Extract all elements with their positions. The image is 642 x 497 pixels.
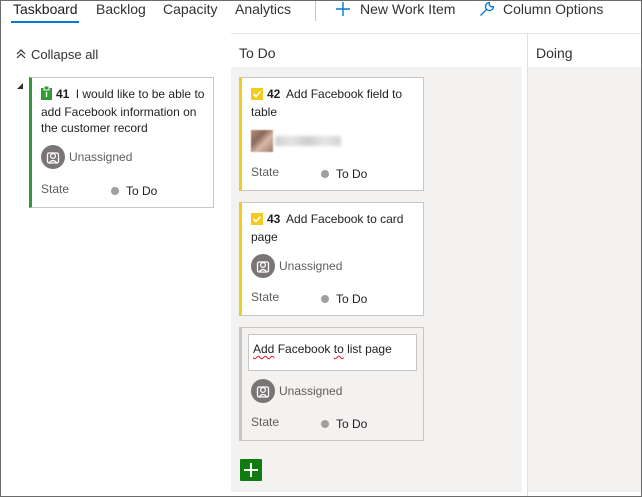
spellcheck-word: to bbox=[333, 342, 344, 356]
column-header-doing: Doing bbox=[536, 45, 573, 61]
add-task-button[interactable] bbox=[240, 459, 262, 481]
doing-column bbox=[528, 67, 641, 492]
assignee-name: Unassigned bbox=[69, 150, 133, 164]
tab-backlog[interactable]: Backlog bbox=[96, 1, 146, 23]
active-tab-indicator bbox=[11, 21, 79, 23]
state-dot bbox=[321, 295, 329, 303]
backlog-item-icon bbox=[41, 85, 52, 104]
state-dot bbox=[321, 420, 329, 428]
double-chevron-up-icon bbox=[15, 47, 27, 65]
plus-icon bbox=[240, 463, 262, 484]
spellcheck-word: Add bbox=[253, 342, 275, 356]
assignee-name-blurred bbox=[275, 136, 341, 146]
work-item-id: 42 bbox=[267, 87, 281, 101]
state-value[interactable]: To Do bbox=[321, 291, 391, 307]
state-dot bbox=[111, 187, 119, 195]
column-options-button[interactable]: Column Options bbox=[478, 1, 618, 21]
state-value[interactable]: To Do bbox=[321, 416, 391, 432]
work-item-id: 41 bbox=[56, 87, 70, 101]
column-options-label: Column Options bbox=[503, 1, 604, 17]
state-value[interactable]: To Do bbox=[321, 166, 391, 182]
card-title: 43 Add Facebook to card page bbox=[251, 211, 415, 245]
unassigned-avatar-icon bbox=[41, 145, 65, 172]
backlog-item-card[interactable]: 41 I would like to be able to add Facebo… bbox=[29, 77, 214, 208]
nav-divider bbox=[315, 1, 316, 21]
new-work-item-button[interactable]: New Work Item bbox=[335, 1, 465, 21]
new-task-title-input[interactable]: Add Facebook to list page bbox=[248, 334, 417, 371]
state-dot bbox=[321, 170, 329, 178]
state-label: State bbox=[251, 290, 280, 304]
state-label: State bbox=[41, 182, 70, 196]
plus-icon bbox=[335, 1, 351, 20]
top-nav: Taskboard Backlog Capacity Analytics New… bbox=[1, 1, 641, 33]
state-value[interactable]: To Do bbox=[111, 183, 181, 199]
tab-taskboard[interactable]: Taskboard bbox=[13, 1, 78, 23]
card-title: 42 Add Facebook field to table bbox=[251, 86, 415, 120]
column-header-todo: To Do bbox=[239, 45, 276, 61]
unassigned-avatar-icon bbox=[251, 379, 275, 406]
header-rule bbox=[231, 33, 641, 34]
taskboard-window: Taskboard Backlog Capacity Analytics New… bbox=[0, 0, 642, 497]
task-icon bbox=[251, 213, 263, 229]
tab-capacity[interactable]: Capacity bbox=[163, 1, 217, 23]
row-expand-triangle-icon[interactable] bbox=[16, 79, 24, 93]
card-title: 41 I would like to be able to add Facebo… bbox=[41, 85, 205, 136]
unassigned-avatar-icon bbox=[251, 254, 275, 281]
state-label: State bbox=[251, 165, 280, 179]
assignee-name: Unassigned bbox=[279, 259, 343, 273]
assignee-blurred[interactable] bbox=[251, 130, 351, 154]
task-card[interactable]: 42 Add Facebook field to table State To … bbox=[239, 77, 424, 191]
assignee-name: Unassigned bbox=[279, 384, 343, 398]
avatar bbox=[251, 130, 273, 152]
state-label: State bbox=[251, 415, 280, 429]
tab-analytics[interactable]: Analytics bbox=[235, 1, 291, 23]
work-item-id: 43 bbox=[267, 212, 281, 226]
collapse-all-label: Collapse all bbox=[31, 47, 99, 62]
task-icon bbox=[251, 88, 263, 104]
task-card[interactable]: 43 Add Facebook to card page Unassigned … bbox=[239, 202, 424, 316]
new-work-item-label: New Work Item bbox=[360, 1, 456, 17]
wrench-icon bbox=[478, 1, 495, 21]
new-task-card[interactable]: Add Facebook to list page Unassigned Sta… bbox=[239, 327, 424, 441]
